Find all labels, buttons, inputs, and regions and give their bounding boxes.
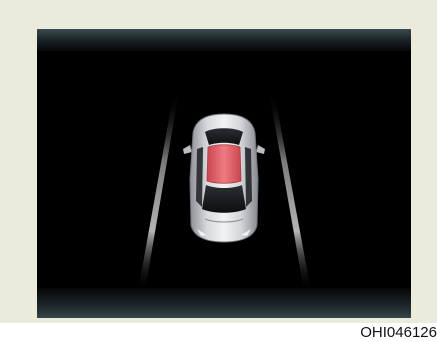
sunroof-highlight — [206, 144, 242, 184]
right-lane-line — [269, 91, 311, 291]
top-band — [37, 29, 411, 51]
figure-frame — [0, 0, 437, 323]
left-lane-line — [138, 91, 179, 291]
figure-caption: OHI046126 — [360, 324, 437, 341]
vehicle-top-view-icon — [183, 105, 265, 249]
bottom-band — [37, 288, 411, 318]
cluster-display — [37, 29, 411, 318]
display-graphic — [37, 29, 411, 318]
